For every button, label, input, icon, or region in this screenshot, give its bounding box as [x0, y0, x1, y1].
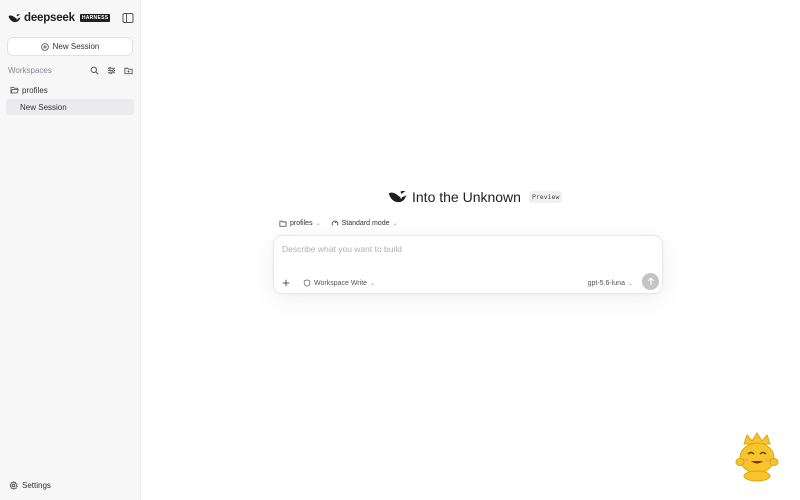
hero-heading: Into the Unknown Preview: [388, 187, 563, 207]
mode-icon: [331, 220, 338, 226]
brand-logo: deepseek HARNESS: [8, 12, 111, 24]
workspaces-actions: [90, 66, 133, 75]
model-label: gpt-5.6-luna: [587, 279, 625, 287]
search-icon[interactable]: [90, 66, 99, 75]
session-item-label: New Session: [20, 102, 67, 112]
prompt-input[interactable]: [282, 242, 652, 256]
app-window: deepseek HARNESS New Session Workspaces: [0, 0, 800, 500]
sidebar: deepseek HARNESS New Session Workspaces: [0, 0, 141, 500]
composer-options: profiles ⌄ Standard mode ⌄: [279, 219, 398, 227]
attach-plus-icon[interactable]: [281, 278, 291, 288]
chevron-down-icon: ⌄: [392, 220, 398, 227]
folder-label: profiles: [22, 85, 48, 95]
permission-select[interactable]: Workspace Write ⌄: [303, 278, 375, 288]
plus-circle-icon: [40, 42, 49, 51]
new-session-label: New Session: [52, 42, 100, 51]
gear-icon: [9, 480, 18, 490]
brand-name: deepseek: [24, 12, 75, 24]
sidebar-toggle-icon[interactable]: [122, 11, 134, 23]
chevron-down-icon: ⌄: [315, 220, 321, 227]
preview-badge: Preview: [528, 191, 563, 203]
send-button[interactable]: [642, 273, 659, 290]
new-session-button[interactable]: New Session: [7, 37, 133, 56]
main-panel: Into the Unknown Preview profiles ⌄ Stan…: [141, 0, 800, 500]
whale-icon: [8, 13, 21, 22]
filter-icon[interactable]: [107, 66, 116, 75]
settings-button[interactable]: Settings: [9, 479, 51, 491]
workspace-folder-profiles[interactable]: profiles: [10, 84, 48, 96]
add-folder-icon[interactable]: [124, 66, 133, 75]
permission-label: Workspace Write: [314, 279, 368, 287]
workspaces-label: Workspaces: [8, 65, 52, 75]
permission-icon: [303, 279, 311, 287]
brand-badge: HARNESS: [79, 14, 111, 22]
sidebar-header: deepseek HARNESS: [8, 10, 134, 26]
arrow-up-icon: [647, 277, 654, 286]
composer: Workspace Write ⌄ gpt-5.6-luna ⌄: [273, 235, 663, 294]
mode-select[interactable]: Standard mode ⌄: [331, 219, 398, 227]
whale-icon: [388, 190, 407, 203]
workspaces-header: Workspaces: [8, 64, 133, 76]
workspace-select-label: profiles: [290, 219, 313, 227]
folder-open-icon: [10, 86, 19, 94]
chevron-down-icon: ⌄: [627, 280, 633, 287]
hero-title: Into the Unknown: [412, 189, 521, 205]
mode-select-label: Standard mode: [341, 219, 390, 227]
workspace-select[interactable]: profiles ⌄: [279, 220, 321, 227]
session-item[interactable]: New Session: [6, 99, 134, 115]
mascot-icon[interactable]: [735, 432, 779, 482]
folder-icon: [279, 220, 287, 227]
chevron-down-icon: ⌄: [370, 280, 376, 287]
model-select[interactable]: gpt-5.6-luna ⌄: [588, 278, 633, 288]
settings-label: Settings: [22, 480, 51, 490]
